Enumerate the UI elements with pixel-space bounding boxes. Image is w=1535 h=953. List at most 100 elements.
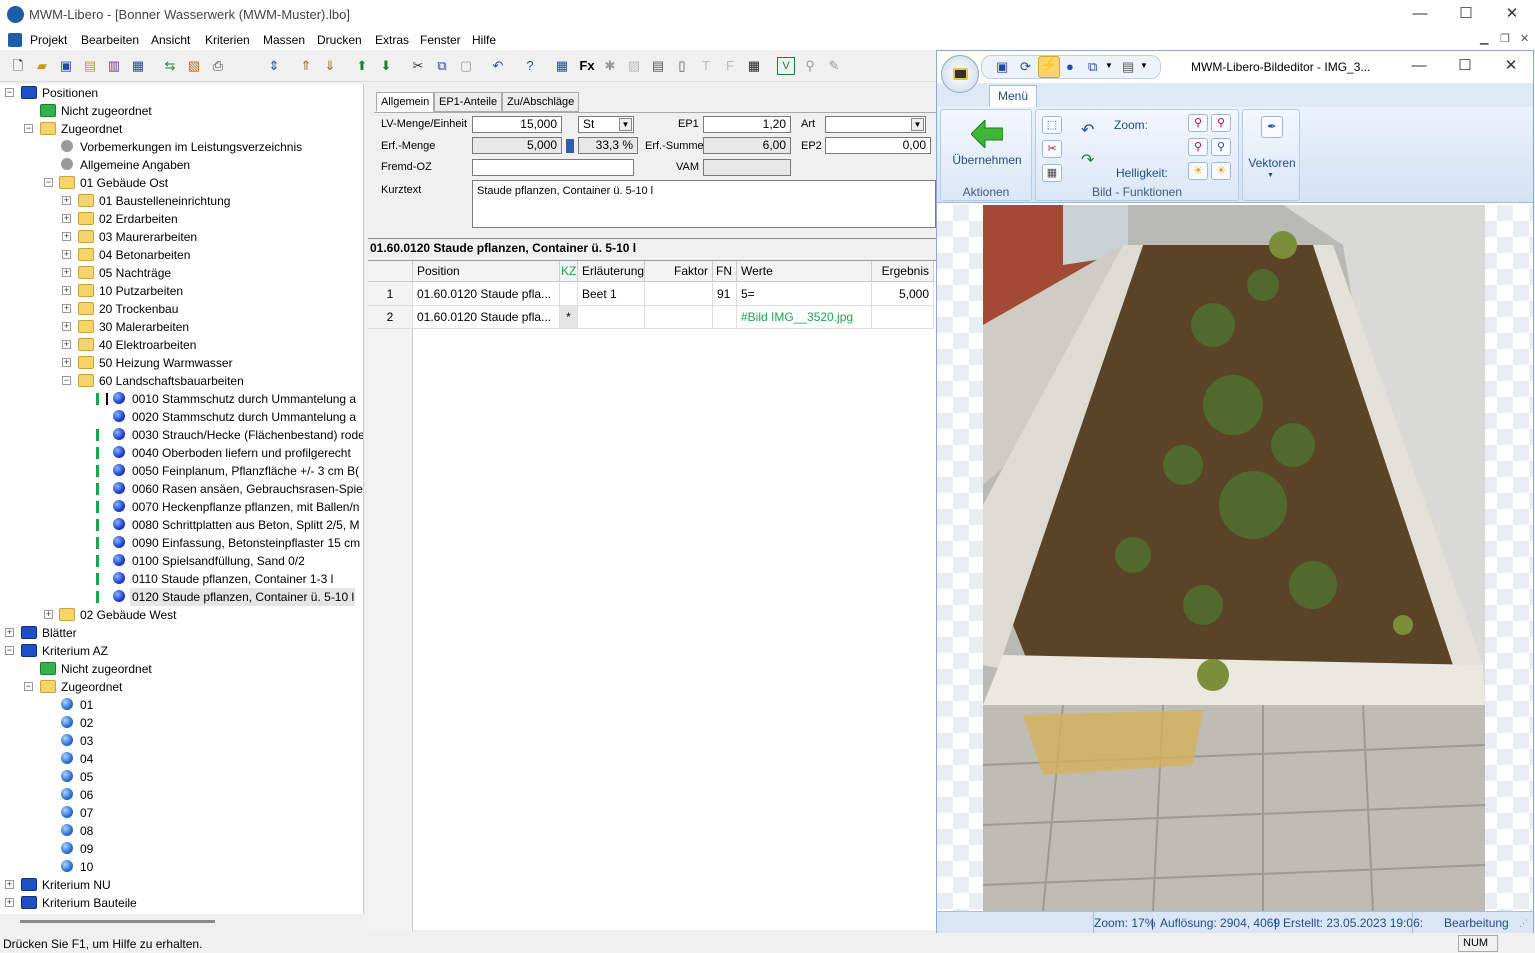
table-icon[interactable]: ▦ [745,57,763,75]
tree-item[interactable]: 0100 Spielsandfüllung, Sand 0/2 [0,552,363,570]
tree-item[interactable]: +02 Erdarbeiten [0,210,363,228]
cell-erlaeuterung[interactable]: Beet 1 [578,283,645,306]
zoom-fit-icon[interactable]: ⚲ [1188,138,1208,156]
chevron-down-icon[interactable]: ▼ [1140,61,1148,70]
tree-item[interactable]: 0040 Oberboden liefern und profilgerecht [0,444,363,462]
col-header-erlaeuterung[interactable]: Erläuterung [578,261,645,282]
tree-item[interactable]: 0030 Strauch/Hecke (Flächenbestand) rode [0,426,363,444]
cell-fn[interactable]: 91 [713,283,737,306]
save-icon[interactable]: ▣ [996,59,1008,75]
tree-item[interactable]: 0110 Staude pflanzen, Container 1-3 l [0,570,363,588]
tree-item[interactable]: + Kriterium NU [0,876,363,894]
crop-icon[interactable]: ⬚ [1042,116,1062,134]
menu-drucken[interactable]: Drucken [317,33,362,47]
flash-icon[interactable]: ⚡ [1038,56,1060,78]
brightness-up-icon[interactable]: ☀ [1211,162,1231,180]
document-icon[interactable] [8,33,22,47]
tab-menu[interactable]: Menü [989,85,1037,107]
minimize-icon[interactable]: — [1404,55,1434,79]
position-tree[interactable]: − Positionen Nicht zugeordnet − Zugeordnet… [0,84,364,914]
chevron-down-icon[interactable]: ▼ [1267,172,1274,179]
cell-erlaeuterung[interactable] [578,306,645,329]
col-header-ergebnis[interactable]: Ergebnis [872,261,934,282]
print-preview-icon[interactable]: ▧ [185,57,203,75]
menu-massen[interactable]: Massen [263,33,305,47]
tab-allgemein[interactable]: Allgemein [376,92,435,112]
unit-select[interactable]: St ▼ [578,116,634,133]
sort-icon[interactable]: ⇕ [265,57,283,75]
tree-item[interactable]: − Kriterium AZ [0,642,363,660]
scan-icon[interactable]: ▤ [1122,59,1134,75]
col-header-position[interactable]: Position [413,261,560,282]
tree-item[interactable]: 06 [0,786,363,804]
photo-preview[interactable] [983,205,1485,911]
edit-icon[interactable]: ✎ [825,57,843,75]
tree-item[interactable]: 0090 Einfassung, Betonsteinpflaster 15 c… [0,534,363,552]
cell-position[interactable]: 01.60.0120 Staude pfla... [413,283,560,306]
refresh-icon[interactable]: ⟳ [1020,59,1031,75]
tree-item[interactable]: 0050 Feinplanum, Pflanzfläche +/- 3 cm B… [0,462,363,480]
cell-werte-image-link[interactable]: #Bild IMG__3520.jpg [737,306,872,329]
paste-icon[interactable]: ▢ [457,57,475,75]
vector-pen-icon[interactable]: ✒ [1261,116,1283,138]
search-icon[interactable]: ⚲ [801,57,819,75]
brightness-down-icon[interactable]: ☀ [1188,162,1208,180]
tree-item[interactable]: 02 [0,714,363,732]
tree-item[interactable]: 09 [0,840,363,858]
cell-ergebnis[interactable] [872,306,934,329]
art-select[interactable]: ▼ [825,116,926,133]
calculator-icon[interactable]: ▦ [553,57,571,75]
chevron-down-icon[interactable]: ▼ [911,118,924,131]
mdi-minimize-icon[interactable]: ▁ [1480,32,1488,45]
cut-icon[interactable]: ✂ [1042,140,1062,158]
tree-item[interactable]: +01 Baustelleneinrichtung [0,192,363,210]
maximize-icon[interactable]: ☐ [1450,55,1480,79]
tree-item[interactable]: 08 [0,822,363,840]
apply-button[interactable]: Übernehmen [941,153,1033,167]
tree-item[interactable]: 03 [0,732,363,750]
lv-menge-field[interactable]: 15,000 [472,116,562,133]
ep1-field[interactable]: 1,20 [703,116,791,133]
tree-item[interactable]: +20 Trockenbau [0,300,363,318]
zoom-in-icon[interactable]: ⚲ [1188,114,1208,132]
rotate-right-icon[interactable]: ↷ [1081,150,1094,170]
asterisk-icon[interactable]: ✱ [601,57,619,75]
cell-werte[interactable]: 5= [737,283,872,306]
tree-horizontal-scrollbar[interactable] [20,920,215,923]
ep2-field[interactable]: 0,00 [825,137,931,154]
close-icon[interactable]: ✕ [1497,3,1527,27]
mdi-close-icon[interactable]: ✕ [1520,32,1529,45]
tree-item[interactable]: 01 [0,696,363,714]
tree-item[interactable]: 0080 Schrittplatten aus Beton, Splitt 2/… [0,516,363,534]
cell-faktor[interactable] [645,306,713,329]
books-icon[interactable]: ▥ [105,57,123,75]
mdi-restore-icon[interactable]: ❐ [1500,32,1510,45]
tree-item[interactable]: 10 [0,858,363,876]
tree-item[interactable]: − Zugeordnet [0,120,363,138]
fremd-oz-field[interactable] [472,159,634,176]
col-header-faktor[interactable]: Faktor [645,261,713,282]
tab-ep1-anteile[interactable]: EP1-Anteile [434,92,503,112]
move-down-icon[interactable]: ⇓ [321,57,339,75]
menu-hilfe[interactable]: Hilfe [472,33,496,47]
tree-item[interactable]: +30 Malerarbeiten [0,318,363,336]
validate-icon[interactable]: V [777,57,795,75]
tree-item[interactable]: −01 Gebäude Ost [0,174,363,192]
text-style-icon[interactable]: T [697,57,715,75]
rotate-left-icon[interactable]: ↶ [1081,120,1094,140]
app-orb-camera-icon[interactable] [941,55,979,93]
tree-item[interactable]: −60 Landschaftsbauarbeiten [0,372,363,390]
page-icon[interactable]: ▯ [673,57,691,75]
globe-icon[interactable]: ● [1066,59,1074,74]
cell-faktor[interactable] [645,283,713,306]
print-icon[interactable]: ⎙ [209,57,227,75]
text-icon[interactable]: ▤ [649,57,667,75]
chevron-down-icon[interactable]: ▼ [619,118,632,131]
tree-item[interactable]: 0020 Stammschutz durch Ummantelung a [0,408,363,426]
tree-item[interactable]: Allgemeine Angaben [0,156,363,174]
import-icon[interactable]: ▦ [129,57,147,75]
col-header-fn[interactable]: FN [713,261,737,282]
menu-bearbeiten[interactable]: Bearbeiten [81,33,139,47]
tree-item[interactable]: 0010 Stammschutz durch Ummantelung a [0,390,363,408]
tree-item[interactable]: Vorbemerkungen im Leistungsverzeichnis [0,138,363,156]
